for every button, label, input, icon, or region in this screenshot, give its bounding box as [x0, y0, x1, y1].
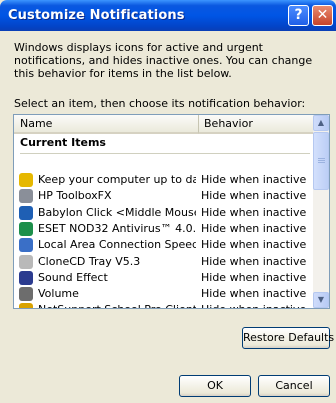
printer-icon: [19, 189, 33, 204]
item-name: HP ToolboxFX: [38, 189, 112, 203]
item-name: Volume: [38, 287, 79, 301]
description-text: Windows displays icons for active and ur…: [14, 41, 313, 80]
list-item[interactable]: ESET NOD32 Antivirus™ 4.0.31... Hide when…: [14, 221, 313, 237]
sheep-icon: [19, 254, 33, 269]
item-behavior[interactable]: Hide when inactive: [201, 205, 306, 221]
restore-defaults-button[interactable]: Restore Defaults: [242, 327, 334, 349]
network-icon: [19, 238, 33, 253]
eset-icon: [19, 221, 33, 236]
list-item[interactable]: Local Area Connection Speed: ... Hide whe…: [14, 237, 313, 253]
group-divider: [20, 153, 310, 154]
cancel-button[interactable]: Cancel: [258, 375, 330, 397]
item-behavior[interactable]: Hide when inactive: [201, 172, 306, 188]
column-header-name[interactable]: Name: [14, 115, 199, 134]
list-item[interactable]: CloneCD Tray V5.3 Hide when inactive: [14, 254, 313, 270]
item-behavior[interactable]: Hide when inactive: [201, 286, 306, 302]
title-bar[interactable]: Customize Notifications ? ✕: [0, 0, 336, 31]
column-header-behavior[interactable]: Behavior: [199, 115, 313, 134]
list-item[interactable]: HP ToolboxFX Hide when inactive: [14, 188, 313, 204]
customize-notifications-window: Customize Notifications ? ✕ Windows disp…: [0, 0, 336, 403]
item-name: Babylon Click <Middle Mouse B...: [38, 205, 196, 219]
item-name: ESET NOD32 Antivirus™ 4.0.31...: [38, 221, 196, 235]
babylon-icon: [19, 205, 33, 220]
item-behavior[interactable]: Hide when inactive: [201, 221, 306, 237]
item-behavior[interactable]: Hide when inactive: [201, 270, 306, 286]
scroll-up-button[interactable]: ▲: [313, 115, 329, 131]
item-name: Keep your computer up to date.: [38, 173, 196, 186]
item-name: Sound Effect: [38, 270, 108, 284]
sound-icon: [19, 270, 33, 285]
ok-button[interactable]: OK: [179, 375, 251, 397]
item-name: NetSupport School Pro Client S...: [38, 302, 196, 308]
item-behavior[interactable]: Hide when inactive: [201, 302, 306, 308]
item-behavior[interactable]: Hide when inactive: [201, 237, 306, 253]
netsupport-icon: [19, 303, 33, 308]
notification-list[interactable]: Name Behavior Current Items Keep your co…: [13, 114, 330, 309]
scroll-thumb[interactable]: [313, 132, 329, 190]
list-item[interactable]: Volume Hide when inactive: [14, 286, 313, 302]
item-name: Local Area Connection Speed: ...: [38, 238, 196, 252]
list-item[interactable]: Babylon Click <Middle Mouse B... Hide whe…: [14, 205, 313, 221]
window-title: Customize Notifications: [8, 8, 185, 23]
close-button[interactable]: ✕: [312, 5, 333, 26]
group-label: Current Items: [20, 136, 106, 149]
item-behavior[interactable]: Hide when inactive: [201, 254, 306, 270]
list-item[interactable]: Keep your computer up to date. Hide when …: [14, 172, 313, 188]
help-button[interactable]: ?: [288, 5, 309, 26]
volume-icon: [19, 287, 33, 302]
vertical-scrollbar[interactable]: ▲ ▼: [313, 115, 329, 308]
item-behavior[interactable]: Hide when inactive: [201, 188, 306, 204]
item-name: CloneCD Tray V5.3: [38, 254, 141, 268]
shield-alert-icon: [19, 173, 33, 187]
scroll-down-button[interactable]: ▼: [313, 292, 329, 308]
instruction-text: Select an item, then choose its notifica…: [14, 97, 306, 110]
list-item[interactable]: NetSupport School Pro Client S... Hide wh…: [14, 302, 313, 308]
list-item[interactable]: Sound Effect Hide when inactive: [14, 270, 313, 286]
